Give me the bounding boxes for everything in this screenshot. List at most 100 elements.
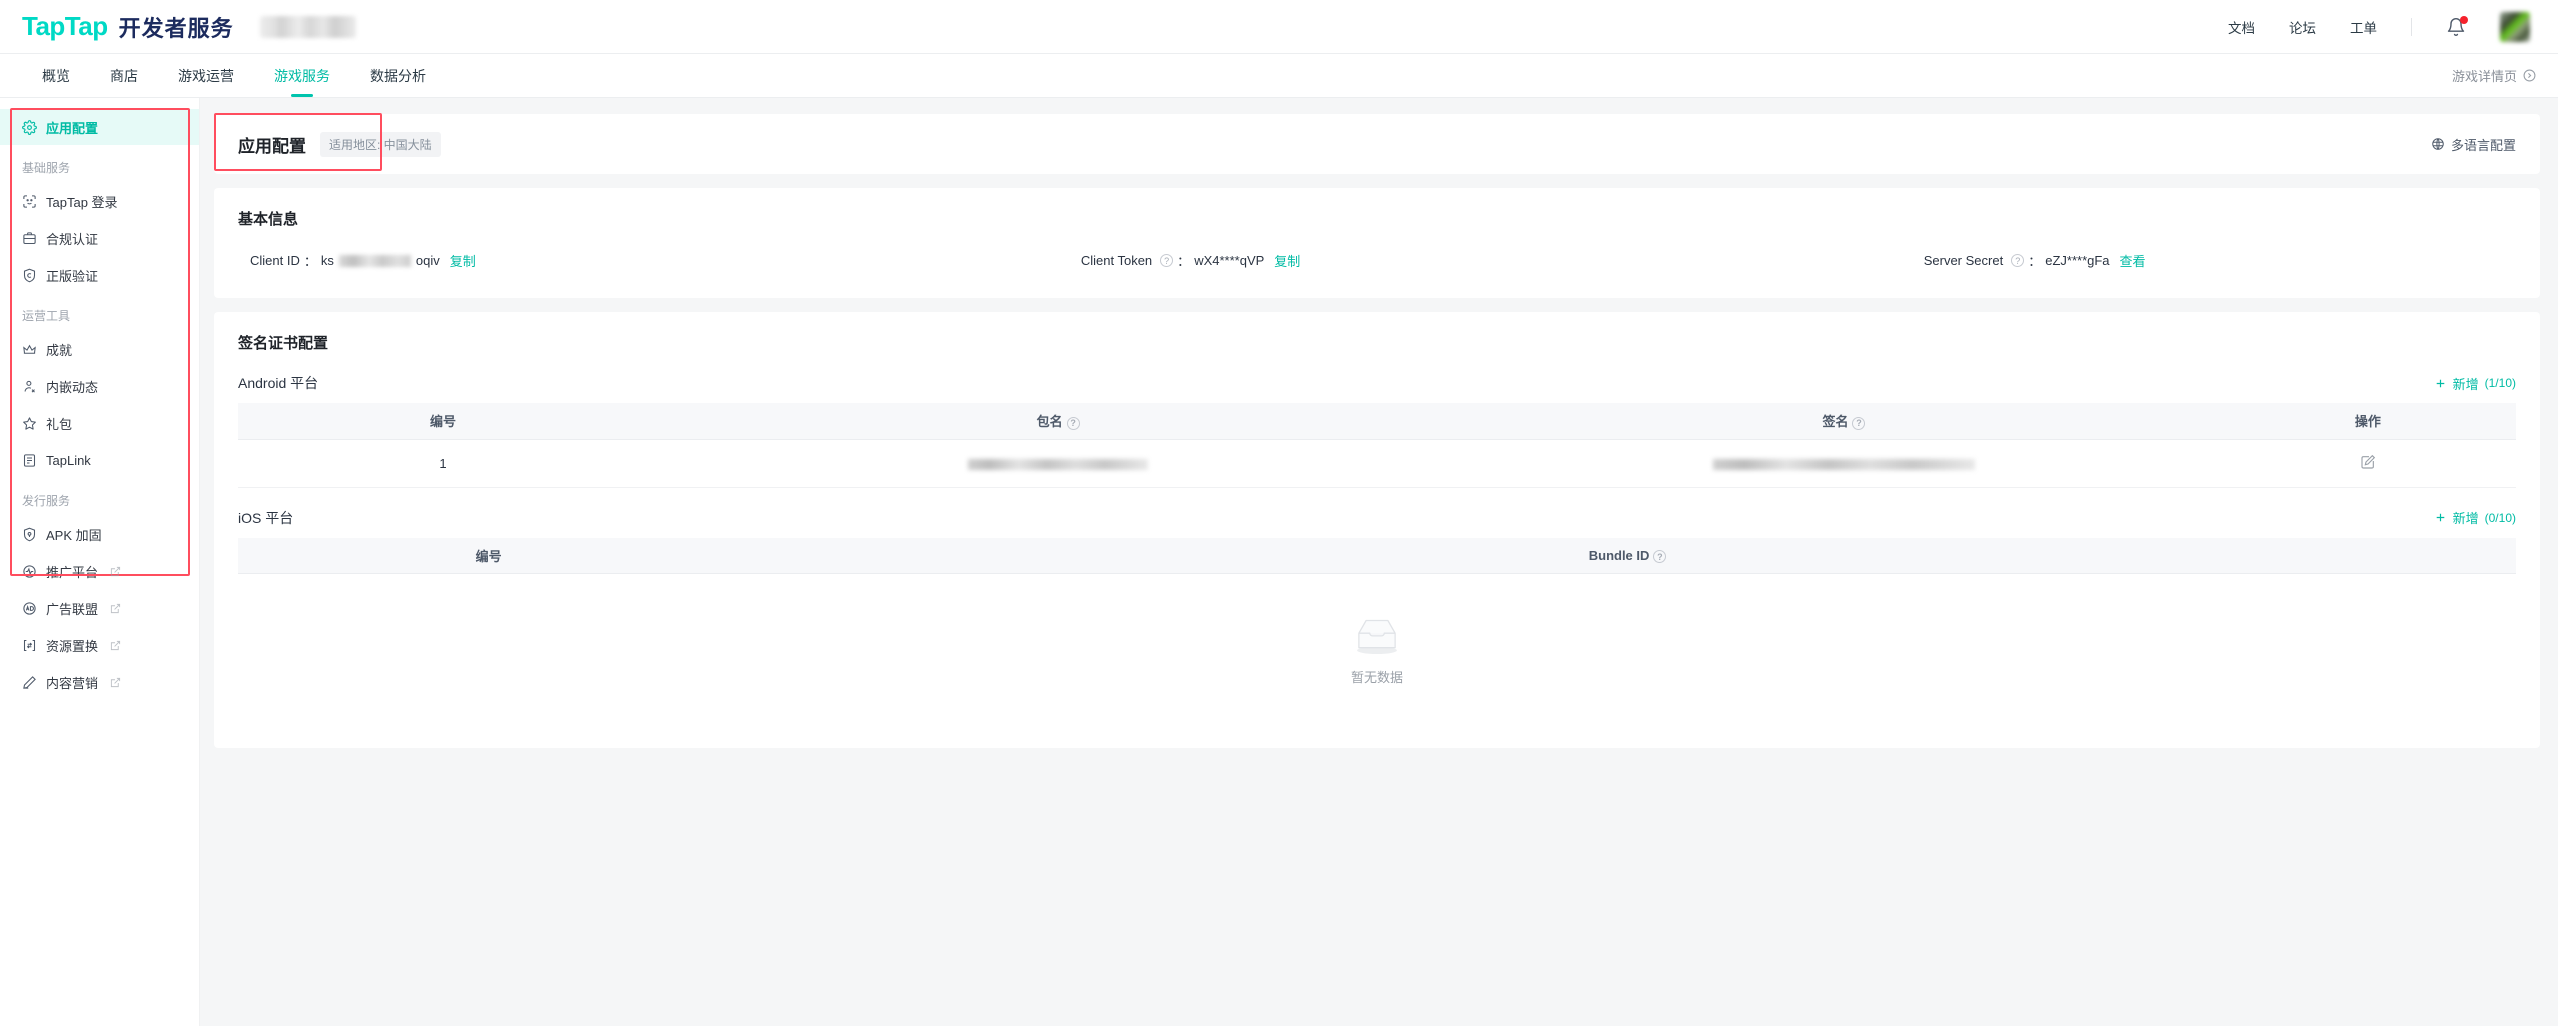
android-table-header-row: 编号 包名? 签名? 操作: [238, 403, 2516, 440]
ios-col-bundle-id-label: Bundle ID: [1588, 547, 1650, 563]
page-title-bar: 应用配置 适用地区: 中国大陆 多语言配置: [214, 113, 2540, 174]
sidebar-group-publishing-services: 发行服务: [22, 494, 71, 508]
field-client-id-value-masked: [338, 254, 411, 267]
cert-section-title: 签名证书配置: [238, 335, 329, 352]
android-add-button[interactable]: 新增 (1/10): [2434, 374, 2516, 393]
android-row-package-masked: [968, 458, 1149, 470]
main-nav-tabs: 概览 商店 游戏运营 游戏服务 数据分析 游戏详情页: [0, 54, 2558, 98]
ios-table-header-row: 编号 Bundle ID?: [238, 537, 2516, 574]
external-link-icon: [110, 677, 121, 687]
star-icon: [23, 416, 36, 430]
android-col-action-label: 操作: [2354, 414, 2381, 430]
field-server-secret-label: Server Secret: [1923, 253, 2004, 268]
header-divider: [2411, 17, 2412, 36]
sidebar-item-giftpack[interactable]: 礼包: [0, 405, 199, 441]
field-client-token-label: Client Token: [1080, 253, 1153, 268]
tab-overview-label: 概览: [42, 67, 70, 84]
sidebar-item-compliance[interactable]: 合规认证: [0, 220, 199, 256]
tab-data-analytics[interactable]: 数据分析: [350, 54, 446, 97]
sidebar-item-app-config-label: 应用配置: [46, 120, 99, 136]
table-row: 1: [238, 439, 2516, 488]
project-selector-redacted[interactable]: [259, 15, 356, 38]
bundle-id-help-icon[interactable]: ?: [1653, 550, 1667, 563]
tab-game-services-label: 游戏服务: [274, 67, 330, 84]
tab-game-operations[interactable]: 游戏运营: [158, 54, 254, 97]
sidebar-item-content-marketing[interactable]: 内容营销: [0, 664, 199, 700]
sidebar-item-apk-hardening[interactable]: APK 加固: [0, 516, 199, 552]
swap-box-icon: [23, 639, 36, 651]
sidebar-item-app-config[interactable]: 应用配置: [0, 109, 199, 145]
sidebar-item-taptap-login[interactable]: TapTap 登录: [0, 183, 199, 219]
field-client-id-colon: ：: [303, 254, 317, 269]
crown-icon: [23, 344, 36, 354]
ios-add-button[interactable]: 新增 (0/10): [2434, 508, 2516, 527]
android-col-package-label: 包名: [1036, 414, 1063, 430]
client-token-help-icon[interactable]: ?: [1160, 254, 1174, 267]
avatar[interactable]: [2500, 11, 2530, 42]
sidebar-item-promotion-platform-label: 推广平台: [46, 564, 99, 580]
tab-overview[interactable]: 概览: [22, 54, 90, 97]
brand-secondary-text: 开发者服务: [118, 15, 234, 41]
field-client-id-label: Client ID: [250, 253, 300, 268]
sidebar-item-achievements-label: 成就: [46, 342, 73, 358]
android-row-index: 1: [238, 439, 649, 488]
doc-lines-icon: [23, 453, 36, 467]
sidebar-item-resource-swap[interactable]: 资源置换: [0, 627, 199, 663]
view-server-secret-button[interactable]: 查看: [2120, 251, 2146, 270]
brand-logo[interactable]: TapTap 开发者服务: [22, 11, 234, 43]
header-link-ticket[interactable]: 工单: [2350, 17, 2377, 37]
tab-store[interactable]: 商店: [90, 54, 158, 97]
field-server-secret-value: eZJ****gFa: [2045, 253, 2110, 268]
ios-add-label: 新增: [2452, 511, 2479, 526]
sidebar-item-taplink[interactable]: TapLink: [0, 442, 199, 478]
ios-empty-state: 暂无数据: [238, 574, 2516, 724]
android-platform-label: Android 平台: [238, 375, 319, 391]
ios-col-index: 编号: [238, 537, 740, 574]
sidebar-item-embedded-moments[interactable]: 内嵌动态: [0, 368, 199, 404]
copy-client-id-button[interactable]: 复制: [450, 251, 476, 270]
pulse-circle-icon: [23, 564, 36, 578]
field-client-token-value: wX4****qVP: [1194, 253, 1265, 268]
sidebar-item-ad-alliance[interactable]: 广告联盟: [0, 590, 199, 626]
gear-icon: [22, 119, 37, 135]
ios-col-bundle-id: Bundle ID?: [739, 537, 2516, 574]
tab-game-operations-label: 游戏运营: [178, 67, 234, 84]
sidebar-item-promotion-platform[interactable]: 推广平台: [0, 553, 199, 589]
copy-client-token-button[interactable]: 复制: [1274, 251, 1300, 270]
sidebar-item-compliance-label: 合规认证: [46, 231, 99, 247]
android-col-signature-label: 签名: [1822, 414, 1849, 430]
header-link-docs[interactable]: 文档: [2228, 17, 2255, 37]
tab-game-services[interactable]: 游戏服务: [254, 54, 350, 97]
android-platform-row: Android 平台 新增 (1/10): [238, 373, 2516, 393]
bell-icon[interactable]: [2446, 15, 2468, 37]
signature-help-icon[interactable]: ?: [1852, 416, 1866, 430]
sidebar-item-genuine-verify[interactable]: 正版验证: [0, 257, 199, 293]
android-row-package: [648, 439, 1469, 488]
brand-primary-text: TapTap: [22, 11, 108, 41]
android-row-action: [2219, 439, 2516, 488]
package-help-icon[interactable]: ?: [1066, 416, 1080, 430]
field-server-secret-colon: ：: [2028, 254, 2042, 269]
ios-cert-table: 编号 Bundle ID?: [238, 537, 2516, 574]
header-link-forum[interactable]: 论坛: [2289, 17, 2316, 37]
basic-info-row: Client ID ： ks oqiv 复制 Client Token ? ： …: [238, 251, 2516, 270]
ios-platform-label: iOS 平台: [238, 509, 294, 526]
android-col-index: 编号: [238, 403, 649, 440]
sidebar-item-achievements[interactable]: 成就: [0, 331, 199, 367]
copyright-shield-icon: [23, 268, 36, 282]
multilang-config-button[interactable]: 多语言配置: [2431, 135, 2516, 154]
sidebar-item-resource-swap-label: 资源置换: [46, 638, 99, 654]
field-client-id-value-prefix: ks: [320, 253, 334, 268]
sidebar: 应用配置 基础服务 TapTap 登录 合规认证 正版验证 运营工具 成就 内嵌…: [0, 98, 200, 1026]
multilang-config-label: 多语言配置: [2450, 137, 2516, 153]
main-content: 应用配置 适用地区: 中国大陆 多语言配置 基本信息 Client ID ： k…: [200, 98, 2558, 1026]
briefcase-icon: [23, 231, 36, 244]
android-col-signature: 签名?: [1468, 403, 2220, 440]
person-pin-icon: [24, 380, 35, 393]
tab-data-analytics-label: 数据分析: [370, 67, 426, 84]
edit-icon: [2361, 454, 2376, 469]
signature-cert-card: 签名证书配置 Android 平台 新增 (1/10) 编号 包名? 签名? 操…: [214, 312, 2540, 748]
game-detail-link[interactable]: 游戏详情页: [2452, 54, 2536, 97]
server-secret-help-icon[interactable]: ?: [2011, 254, 2025, 267]
field-client-token: Client Token ? ： wX4****qVP 复制: [1081, 251, 1924, 270]
